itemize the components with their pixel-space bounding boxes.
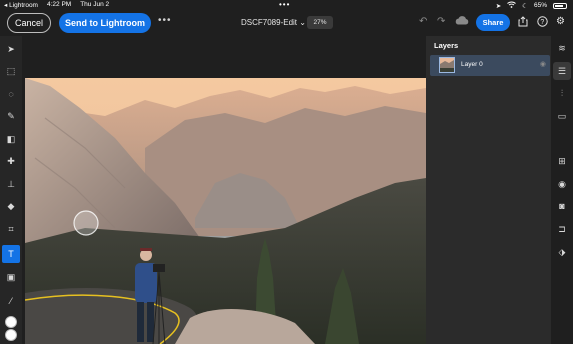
background-color-swatch[interactable] bbox=[5, 329, 17, 341]
right-icon-rail: ≋ ☰ ⫶ ▭ ⊞ ◉ ◙ ⊐ ⬗ bbox=[551, 36, 573, 344]
undo-icon[interactable]: ↶ bbox=[419, 16, 427, 27]
fill-bucket-icon[interactable]: ⬗ bbox=[553, 243, 571, 261]
status-time: 4:22 PM bbox=[46, 1, 72, 8]
healing-tool-icon[interactable]: ✚ bbox=[2, 152, 20, 170]
layers-panel-title: Layers bbox=[434, 41, 459, 50]
tools-panel: ➤ ⬚ ◌ ✎ ◧ ✚ ⊥ ◆ ⌗ T ▣ ⁄ bbox=[0, 36, 22, 344]
back-to-app-link[interactable]: ◂ Lightroom bbox=[4, 1, 38, 9]
share-button[interactable]: Share bbox=[476, 14, 510, 31]
comments-icon[interactable]: ▭ bbox=[553, 107, 571, 125]
layer-properties-icon[interactable]: ☰ bbox=[553, 62, 571, 80]
type-tool-icon[interactable]: T bbox=[2, 245, 20, 263]
cloud-icon[interactable] bbox=[455, 16, 469, 28]
location-icon: ➤ bbox=[495, 2, 502, 10]
wifi-icon bbox=[507, 1, 516, 10]
more-options-icon[interactable]: ••• bbox=[158, 15, 172, 26]
fill-tool-icon[interactable]: ◆ bbox=[2, 197, 20, 215]
multitasking-dots-icon[interactable]: ••• bbox=[279, 0, 290, 9]
add-layer-icon[interactable]: ⊞ bbox=[553, 152, 571, 170]
cancel-button[interactable]: Cancel bbox=[7, 13, 51, 33]
layer-name: Layer 0 bbox=[461, 61, 483, 68]
eyedropper-tool-icon[interactable]: ⁄ bbox=[2, 292, 20, 310]
zoom-level[interactable]: 27% bbox=[307, 16, 333, 29]
layer-row[interactable]: Layer 0 ◉ bbox=[430, 55, 550, 76]
place-image-tool-icon[interactable]: ▣ bbox=[2, 268, 20, 286]
layer-visibility-eye-icon[interactable]: ◉ bbox=[540, 60, 546, 68]
moon-icon: ☾ bbox=[522, 2, 528, 10]
export-icon[interactable] bbox=[518, 16, 528, 30]
brush-tool-icon[interactable]: ✎ bbox=[2, 107, 20, 125]
document-title-dropdown[interactable]: DSCF7089-Edit ⌄ bbox=[241, 18, 306, 27]
send-to-lightroom-button[interactable]: Send to Lightroom bbox=[59, 13, 151, 33]
adjustments-sliders-icon[interactable]: ⫶ bbox=[553, 84, 571, 102]
status-date: Thu Jun 2 bbox=[80, 1, 110, 8]
svg-text:?: ? bbox=[540, 19, 544, 26]
canvas-photo[interactable] bbox=[25, 78, 426, 344]
layer-effects-icon[interactable]: ⊐ bbox=[553, 220, 571, 238]
crop-tool-icon[interactable]: ⌗ bbox=[2, 220, 20, 238]
battery-icon bbox=[553, 2, 567, 9]
move-tool-icon[interactable]: ➤ bbox=[2, 40, 20, 58]
help-icon[interactable]: ? bbox=[537, 16, 548, 30]
layer-thumbnail bbox=[439, 57, 455, 73]
layers-stack-icon[interactable]: ≋ bbox=[553, 39, 571, 57]
layers-panel: Layers Layer 0 ◉ bbox=[426, 36, 551, 344]
quick-select-tool-icon[interactable]: ◌ bbox=[2, 85, 20, 103]
visibility-eye-icon[interactable]: ◉ bbox=[553, 175, 571, 193]
mask-icon[interactable]: ◙ bbox=[553, 197, 571, 215]
settings-gear-icon[interactable]: ⚙ bbox=[556, 16, 565, 27]
redo-icon[interactable]: ↷ bbox=[437, 16, 445, 27]
transform-tool-icon[interactable]: ⬚ bbox=[2, 62, 20, 80]
foreground-color-swatch[interactable] bbox=[5, 316, 17, 328]
clone-stamp-tool-icon[interactable]: ⊥ bbox=[2, 175, 20, 193]
status-bar: ◂ Lightroom 4:22 PM Thu Jun 2 ••• ➤ ☾ 65… bbox=[0, 0, 573, 10]
battery-percent: 65% bbox=[533, 2, 547, 9]
top-toolbar: Cancel Send to Lightroom ••• DSCF7089-Ed… bbox=[0, 10, 573, 36]
eraser-tool-icon[interactable]: ◧ bbox=[2, 130, 20, 148]
